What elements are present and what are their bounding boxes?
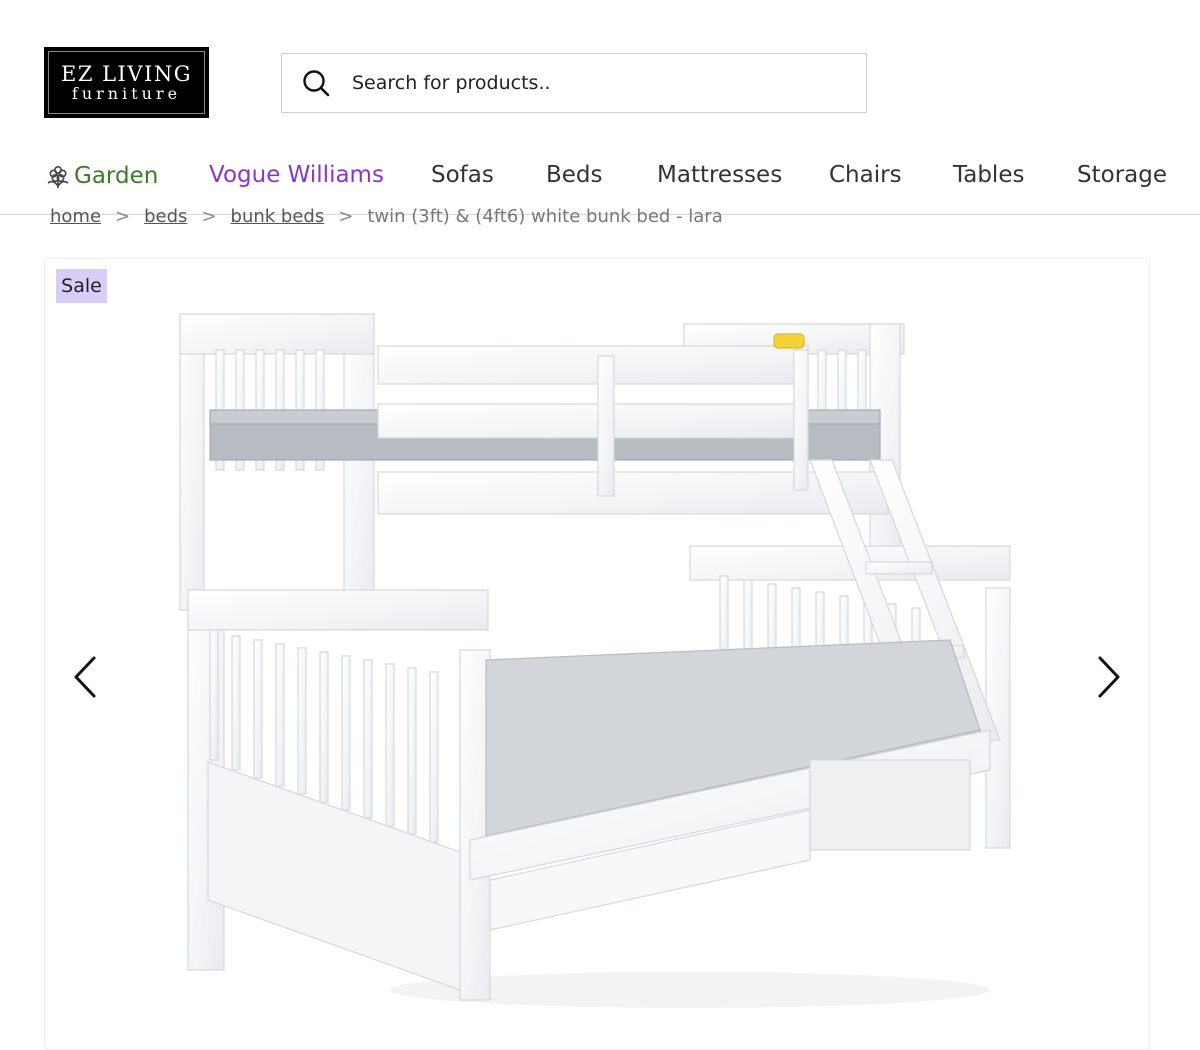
- search-input[interactable]: [350, 71, 866, 95]
- breadcrumb-separator: >: [338, 206, 354, 227]
- sale-badge: Sale: [56, 269, 107, 303]
- nav-item-garden-label: Garden: [74, 163, 159, 189]
- breadcrumb-separator: >: [201, 206, 217, 227]
- search-icon[interactable]: [301, 68, 331, 98]
- search-bar: [281, 53, 867, 113]
- chevron-right-icon[interactable]: [1088, 652, 1128, 702]
- garden-flower-icon: [47, 166, 69, 188]
- nav-item-vogue-williams[interactable]: Vogue Williams: [209, 162, 384, 188]
- brand-logo[interactable]: EZ LIVING furniture: [44, 47, 209, 118]
- nav-item-sofas[interactable]: Sofas: [431, 162, 494, 188]
- brand-logo-line1: EZ LIVING: [61, 61, 192, 86]
- breadcrumb-separator: >: [115, 206, 131, 227]
- nav-item-garden[interactable]: Garden: [44, 162, 158, 190]
- breadcrumb: home > beds > bunk beds > twin (3ft) & (4ft6) …: [50, 198, 1050, 228]
- nav-item-tables[interactable]: Tables: [953, 162, 1024, 188]
- breadcrumb-bunk-beds[interactable]: bunk beds: [231, 206, 325, 227]
- breadcrumb-beds[interactable]: beds: [144, 206, 187, 227]
- brand-logo-line2: furniture: [71, 83, 182, 103]
- white-bunk-bed-image[interactable]: [170, 300, 1030, 1020]
- breadcrumb-home[interactable]: home: [50, 206, 101, 227]
- nav-item-storage[interactable]: Storage: [1077, 162, 1167, 188]
- nav-item-mattresses[interactable]: Mattresses: [657, 162, 782, 188]
- nav-item-beds[interactable]: Beds: [546, 162, 603, 188]
- chevron-left-icon[interactable]: [68, 652, 108, 702]
- breadcrumb-current: twin (3ft) & (4ft6) white bunk bed - lar…: [367, 206, 723, 227]
- nav-item-chairs[interactable]: Chairs: [829, 162, 902, 188]
